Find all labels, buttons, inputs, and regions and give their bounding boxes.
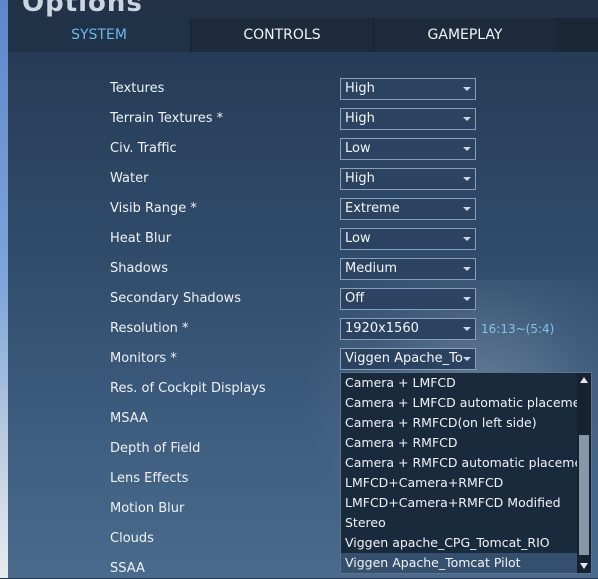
select-value: 1920x1560 [345,321,419,336]
scrollbar-thumb[interactable] [579,435,589,555]
select-value: Off [345,291,365,306]
select-value: Low [345,231,371,246]
chevron-down-icon [463,147,471,151]
label-secondary-shadows: Secondary Shadows [110,291,242,306]
label-resolution: Resolution * [110,321,189,336]
title-bar: Options [8,0,598,18]
dropdown-option[interactable]: Camera + LMFCD automatic placement [341,393,577,413]
window-title: Options [22,0,143,18]
select-value: Low [345,141,371,156]
dropdown-option[interactable]: Camera + RMFCD automatic placement [341,453,577,473]
select-value: Viggen Apache_Tom [345,351,463,366]
chevron-down-icon [463,87,471,91]
select-monitors[interactable]: Viggen Apache_Tom [340,348,476,370]
select-textures[interactable]: High [340,78,476,100]
chevron-down-icon [463,267,471,271]
scroll-down-arrow-icon[interactable] [580,563,588,569]
label-monitors: Monitors * [110,351,177,366]
tab-system[interactable]: SYSTEM [8,18,190,52]
select-value: Medium [345,261,397,276]
label-civ-traffic: Civ. Traffic [110,141,177,156]
label-ssaa: SSAA [110,561,145,576]
select-civ-traffic[interactable]: Low [340,138,476,160]
aspect-ratio-text: 16:13~(5:4) [481,322,555,336]
select-terrain-textures[interactable]: High [340,108,476,130]
dropdown-option[interactable]: LMFCD+Camera+RMFCD Modified [341,493,577,513]
tab-controls[interactable]: CONTROLS [191,18,373,52]
select-value: Extreme [345,201,400,216]
label-shadows: Shadows [110,261,169,276]
chevron-down-icon [463,207,471,211]
dropdown-option[interactable]: Camera + LMFCD [341,373,577,393]
dropdown-option[interactable]: Stereo [341,513,577,533]
dropdown-option[interactable]: Camera + RMFCD(on left side) [341,413,577,433]
chevron-down-icon [463,327,471,331]
label-lens-effects: Lens Effects [110,471,189,486]
monitors-dropdown-list: Camera + LMFCD Camera + LMFCD automatic … [340,372,592,574]
label-motion-blur: Motion Blur [110,501,185,516]
select-value: High [345,81,375,96]
label-visib-range: Visib Range * [110,201,197,216]
label-water: Water [110,171,149,186]
dropdown-scrollbar[interactable] [577,373,591,573]
select-value: High [345,111,375,126]
background-sky-strip [0,0,8,578]
label-depth-of-field: Depth of Field [110,441,201,456]
dropdown-option-selected[interactable]: Viggen Apache_Tomcat Pilot [341,553,577,573]
select-visib-range[interactable]: Extreme [340,198,476,220]
tab-gameplay[interactable]: GAMEPLAY [374,18,556,52]
scroll-up-arrow-icon[interactable] [580,377,588,383]
select-value: High [345,171,375,186]
chevron-down-icon [463,297,471,301]
chevron-down-icon [463,117,471,121]
label-res-cockpit-displays: Res. of Cockpit Displays [110,381,266,396]
label-textures: Textures [110,81,165,96]
chevron-down-icon [463,177,471,181]
tab-bar-filler [556,18,598,52]
chevron-down-icon [463,237,471,241]
tab-bar: SYSTEM CONTROLS GAMEPLAY [8,18,556,52]
dropdown-option[interactable]: Camera + RMFCD [341,433,577,453]
select-shadows[interactable]: Medium [340,258,476,280]
label-clouds: Clouds [110,531,154,546]
select-heat-blur[interactable]: Low [340,228,476,250]
label-msaa: MSAA [110,411,148,426]
select-secondary-shadows[interactable]: Off [340,288,476,310]
chevron-down-icon [463,357,471,361]
select-resolution[interactable]: 1920x1560 [340,318,476,340]
select-water[interactable]: High [340,168,476,190]
dropdown-option[interactable]: LMFCD+Camera+RMFCD [341,473,577,493]
dropdown-option[interactable]: Viggen apache_CPG_Tomcat_RIO [341,533,577,553]
label-terrain-textures: Terrain Textures * [110,111,224,126]
label-heat-blur: Heat Blur [110,231,172,246]
